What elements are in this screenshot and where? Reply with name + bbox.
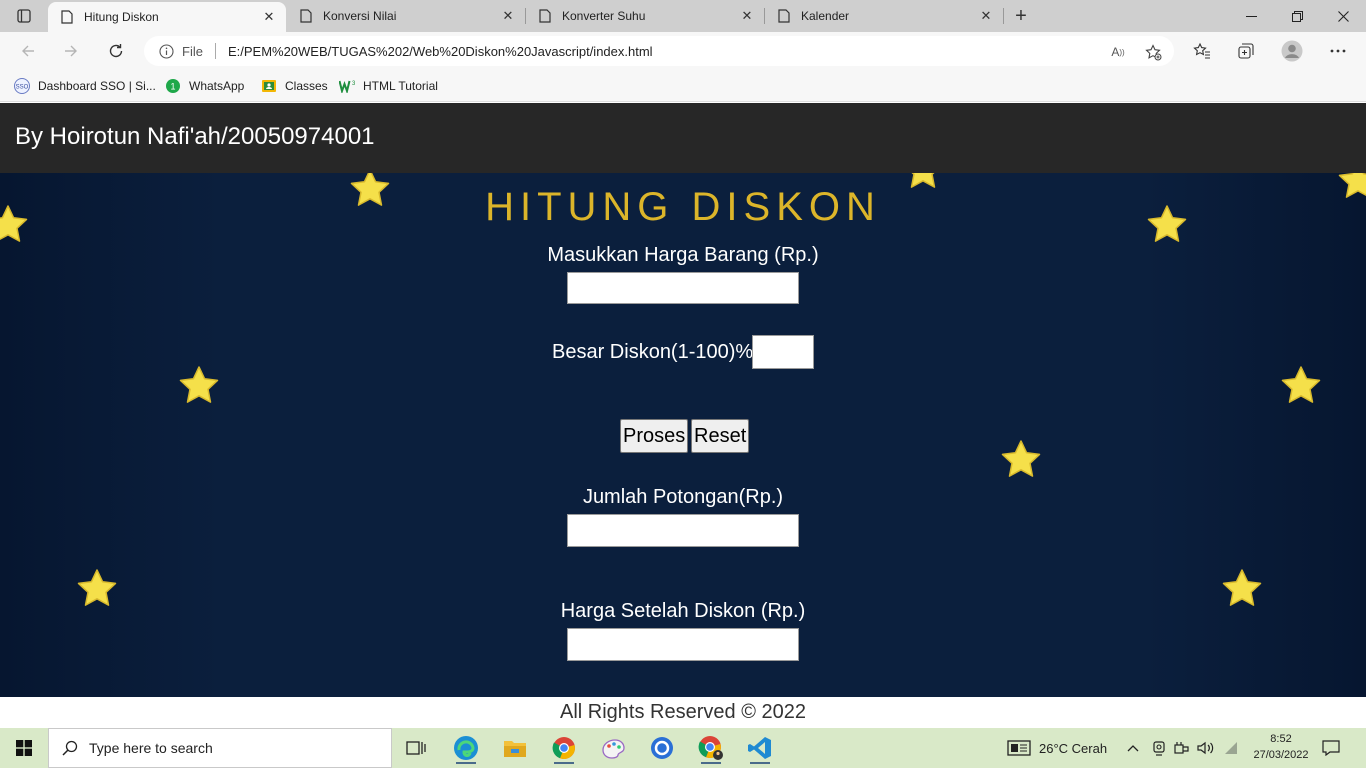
tab-separator <box>1003 8 1004 24</box>
svg-text:SSO: SSO <box>16 85 29 91</box>
harga-setelah-diskon-output[interactable] <box>567 628 799 661</box>
browser-toolbar: File E:/PEM%20WEB/TUGAS%202/Web%20Diskon… <box>0 32 1366 70</box>
bookmark-label: Dashboard SSO | Si... <box>38 79 156 93</box>
favorite-star-add-icon[interactable] <box>1142 41 1164 63</box>
info-icon[interactable] <box>156 41 176 61</box>
jumlah-potongan-output[interactable] <box>567 514 799 547</box>
back-arrow-icon[interactable] <box>14 37 42 65</box>
tab-hitung-diskon[interactable]: Hitung Diskon ✕ <box>48 2 286 32</box>
close-tab-icon[interactable]: ✕ <box>975 5 997 27</box>
address-bar[interactable]: File E:/PEM%20WEB/TUGAS%202/Web%20Diskon… <box>144 36 1174 66</box>
chrome-profile-icon[interactable] <box>693 732 729 764</box>
discount-calculator-section: HITUNG DISKON Masukkan Harga Barang (Rp.… <box>0 173 1366 697</box>
svg-text:3: 3 <box>352 81 355 87</box>
browser-tab-bar: Hitung Diskon ✕ Konversi Nilai ✕ Konvert… <box>0 0 1366 32</box>
search-icon <box>61 739 79 757</box>
sso-logo-icon: SSO <box>14 78 30 94</box>
page-icon <box>538 9 552 23</box>
bookmark-label: Classes <box>285 79 328 93</box>
weather-news-icon <box>1007 740 1031 756</box>
tab-label: Hitung Diskon <box>84 10 159 24</box>
page-icon <box>299 9 313 23</box>
bookmark-html-tutorial[interactable]: 3 HTML Tutorial <box>339 76 438 96</box>
star-icon <box>1001 440 1041 477</box>
tab-label: Konverter Suhu <box>562 9 646 23</box>
address-divider <box>214 43 216 59</box>
more-menu-icon[interactable] <box>1324 37 1352 65</box>
bookmark-label: WhatsApp <box>189 79 245 93</box>
paint-icon[interactable] <box>595 732 631 764</box>
new-tab-plus-icon[interactable]: + <box>1009 4 1033 28</box>
site-footer: All Rights Reserved © 2022 <box>0 697 1366 728</box>
wifi-icon[interactable] <box>1224 728 1240 768</box>
proses-button[interactable]: Proses <box>620 419 689 453</box>
weather-text: 26°C Cerah <box>1039 740 1108 756</box>
star-icon <box>179 366 219 403</box>
address-url[interactable]: E:/PEM%20WEB/TUGAS%202/Web%20Diskon%20Ja… <box>228 44 653 59</box>
bookmark-dashboard-sso[interactable]: SSO Dashboard SSO | Si... <box>14 76 156 96</box>
reset-button[interactable]: Reset <box>691 419 750 453</box>
page-icon <box>60 10 74 24</box>
address-scheme: File <box>182 43 203 59</box>
tab-actions-icon[interactable] <box>8 6 40 26</box>
jumlah-potongan-label: Jumlah Potongan(Rp.) <box>582 486 784 508</box>
tab-konversi-nilai[interactable]: Konversi Nilai ✕ <box>287 0 525 32</box>
edge-icon[interactable] <box>448 732 484 764</box>
task-view-icon[interactable] <box>398 732 434 764</box>
weather-widget[interactable]: 26°C Cerah <box>1007 728 1107 768</box>
close-window-icon[interactable] <box>1320 0 1366 32</box>
search-placeholder: Type here to search <box>89 740 213 756</box>
taskbar-search-box[interactable]: Type here to search <box>48 728 392 768</box>
besar-diskon-input[interactable] <box>752 335 814 369</box>
harga-barang-input[interactable] <box>567 272 799 304</box>
page-title: HITUNG DISKON <box>485 185 881 229</box>
close-tab-icon[interactable]: ✕ <box>497 5 519 27</box>
file-explorer-icon[interactable] <box>497 732 533 764</box>
site-header: By Hoirotun Nafi'ah/20050974001 <box>0 103 1366 173</box>
harga-barang-label: Masukkan Harga Barang (Rp.) <box>547 244 819 266</box>
minimize-icon[interactable] <box>1228 0 1274 32</box>
windows-taskbar: Type here to search 26°C Cerah 8:52 27/0… <box>0 728 1366 768</box>
profile-avatar-icon[interactable] <box>1278 37 1306 65</box>
tab-konverter-suhu[interactable]: Konverter Suhu ✕ <box>526 0 764 32</box>
bookmark-classes[interactable]: Classes <box>261 76 328 96</box>
vscode-icon[interactable] <box>742 732 778 764</box>
read-aloud-icon[interactable]: A)) <box>1107 41 1129 63</box>
restore-icon[interactable] <box>1274 0 1320 32</box>
close-tab-icon[interactable]: ✕ <box>736 5 758 27</box>
close-tab-icon[interactable]: ✕ <box>258 6 280 28</box>
classroom-icon <box>261 78 277 94</box>
meet-now-icon[interactable] <box>1152 728 1166 768</box>
whatsapp-badge: 1 <box>170 82 175 92</box>
bookmark-label: HTML Tutorial <box>363 79 438 93</box>
page-icon <box>777 9 791 23</box>
volume-icon[interactable] <box>1197 728 1215 768</box>
clock-time: 8:52 <box>1270 733 1292 745</box>
clock-date: 27/03/2022 <box>1253 749 1309 761</box>
site-header-title: By Hoirotun Nafi'ah/20050974001 <box>15 123 375 150</box>
tab-kalender[interactable]: Kalender ✕ <box>765 0 1003 32</box>
forward-arrow-icon[interactable] <box>57 37 85 65</box>
network-icon[interactable] <box>1174 728 1190 768</box>
besar-diskon-label: Besar Diskon(1-100)% <box>552 341 754 363</box>
harga-setelah-diskon-label: Harga Setelah Diskon (Rp.) <box>560 600 806 622</box>
system-clock[interactable]: 8:52 27/03/2022 <box>1246 731 1316 763</box>
cortana-icon[interactable] <box>644 732 680 764</box>
whatsapp-icon: 1 <box>165 78 181 94</box>
chrome-icon[interactable] <box>546 732 582 764</box>
refresh-icon[interactable] <box>102 37 130 65</box>
bookmarks-bar: SSO Dashboard SSO | Si... 1 WhatsApp Cla… <box>0 70 1366 102</box>
w3schools-icon: 3 <box>339 78 355 94</box>
tab-label: Kalender <box>801 9 850 23</box>
tab-label: Konversi Nilai <box>323 9 397 23</box>
favorites-icon[interactable] <box>1188 37 1216 65</box>
bookmark-whatsapp[interactable]: 1 WhatsApp <box>165 76 244 96</box>
windows-start-icon[interactable] <box>0 728 48 768</box>
star-icon <box>1281 366 1321 403</box>
notification-center-icon[interactable] <box>1322 728 1340 768</box>
tray-overflow-chevron-up-icon[interactable] <box>1127 728 1139 768</box>
collections-icon[interactable] <box>1232 37 1260 65</box>
